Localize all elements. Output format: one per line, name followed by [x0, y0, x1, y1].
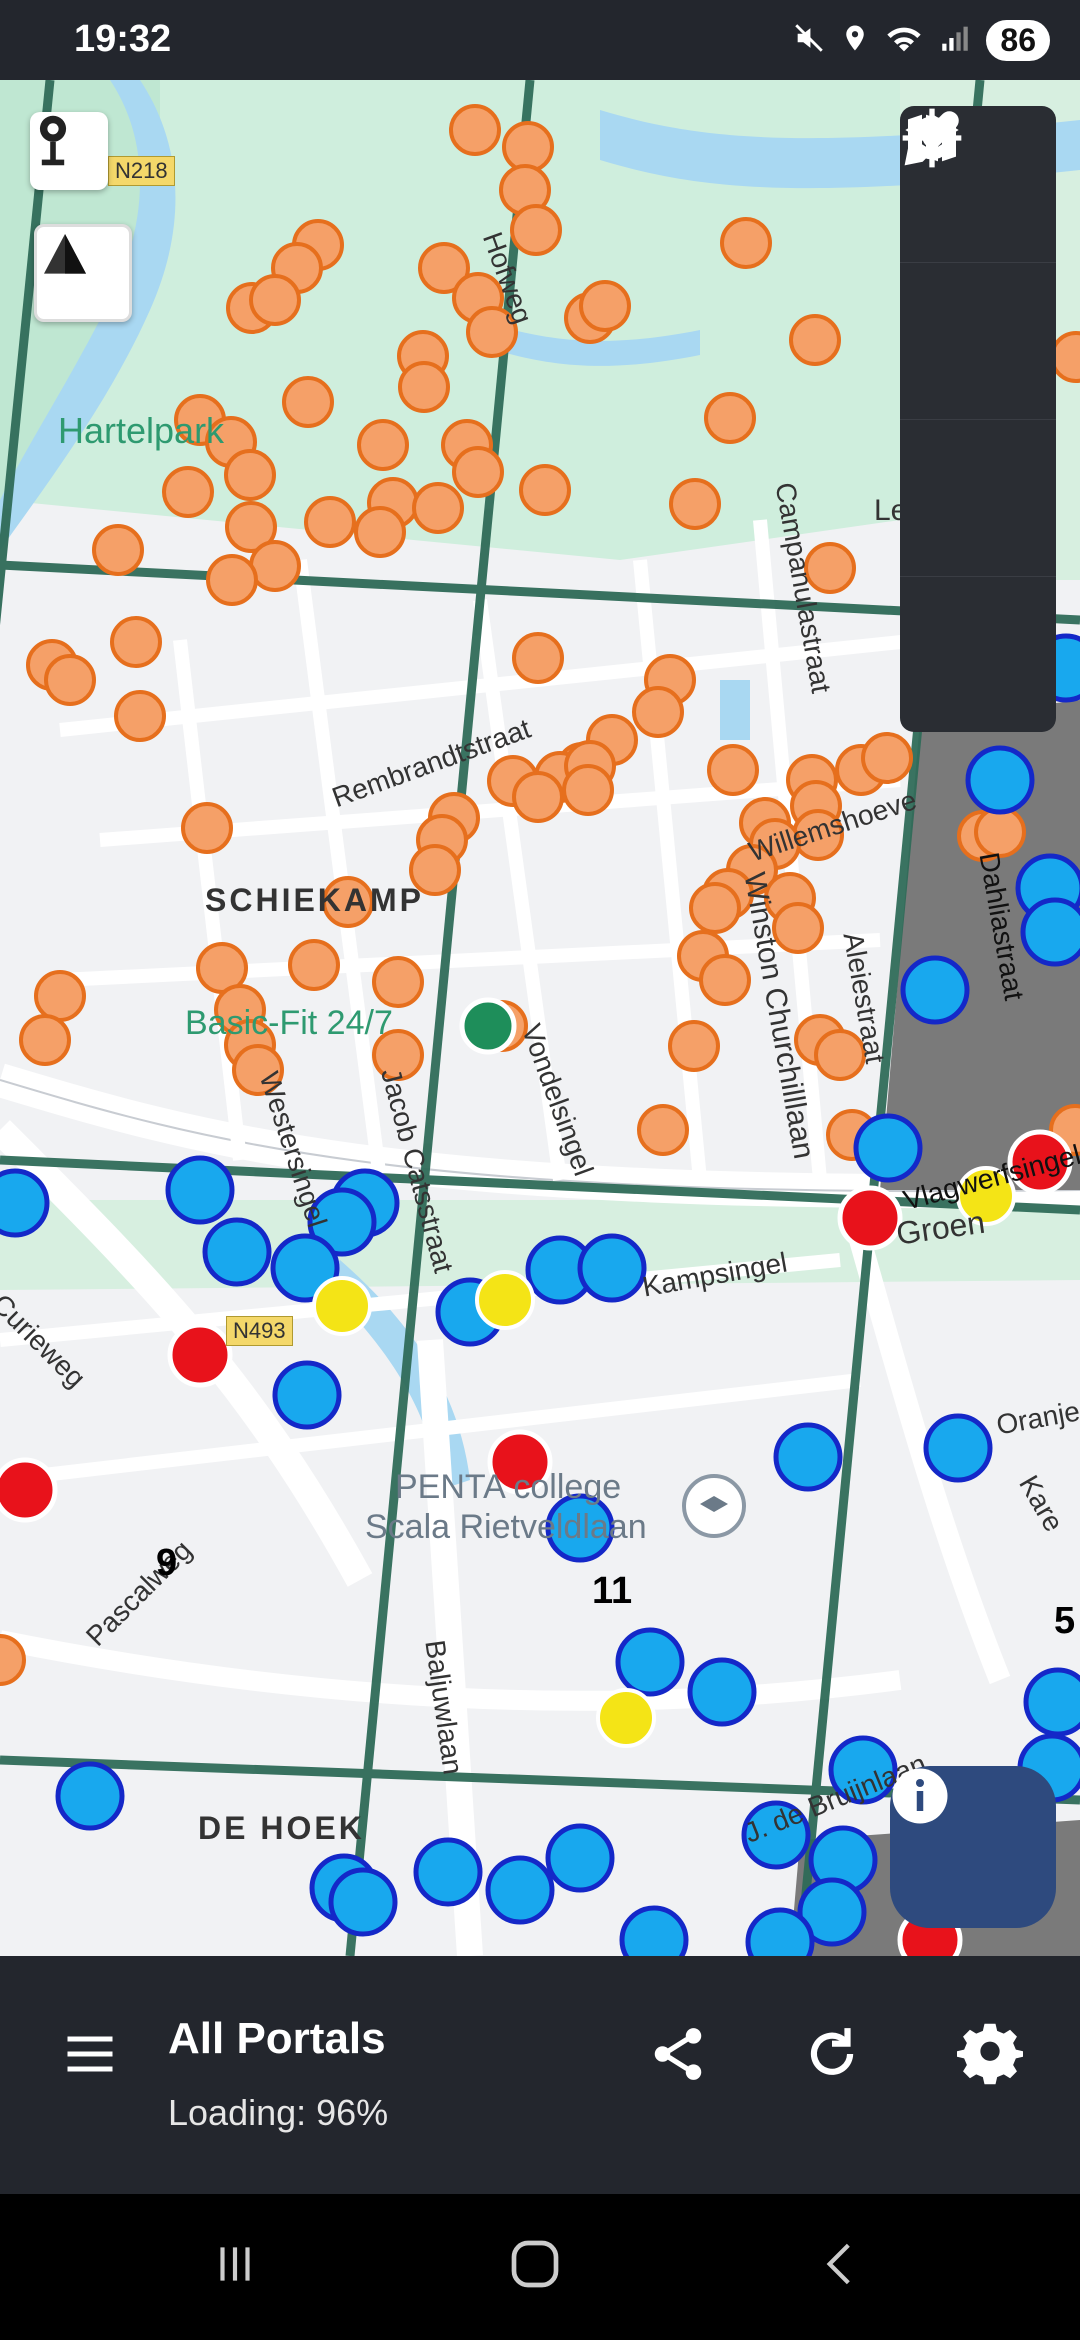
clock: 19:32 — [74, 18, 172, 60]
road-label-n493: N493 — [226, 1316, 293, 1346]
share-button[interactable] — [638, 2016, 718, 2096]
district-label-schiekamp: SCHIEKAMP — [205, 882, 425, 918]
hamburger-menu-icon — [60, 2024, 120, 2089]
poi-label-basicfit: Basic-Fit 24/7 — [185, 1004, 393, 1042]
color-picker-button[interactable] — [900, 111, 1056, 577]
district-label-dehoek: DE HOEK — [198, 1810, 365, 1846]
loading-status: Loading: 96% — [168, 2092, 389, 2133]
back-button[interactable] — [795, 2236, 885, 2296]
cell-label-5: 5 — [1054, 1600, 1076, 1642]
wifi-icon — [884, 21, 924, 60]
battery-indicator: 86 — [986, 19, 1050, 61]
map-controls-panel — [900, 106, 1056, 732]
cell-label-11: 11 — [592, 1570, 633, 1612]
settings-button[interactable] — [950, 2016, 1030, 2096]
cell-label-9: 9 — [156, 1542, 178, 1584]
gym-poi-icon[interactable] — [459, 997, 517, 1055]
my-location-button[interactable] — [900, 108, 1056, 732]
home-icon — [507, 2236, 563, 2297]
poi-label-penta: PENTA college — [395, 1468, 622, 1506]
map-view[interactable]: N218 N493 Hartelpark SCHIEKAMP DE HOEK B… — [0, 80, 1080, 1956]
recents-button[interactable] — [190, 2236, 280, 2296]
status-bar: 19:32 86 — [0, 0, 1080, 80]
home-button[interactable] — [490, 2236, 580, 2296]
location-icon — [840, 21, 870, 60]
poi-label-scala: Scala Rietveldlaan — [365, 1508, 647, 1546]
gear-icon — [957, 2021, 1023, 2092]
compass-button[interactable] — [34, 224, 132, 322]
back-icon — [815, 2239, 865, 2294]
share-icon — [647, 2023, 709, 2090]
system-navigation-bar — [0, 2194, 1080, 2340]
status-icons: 86 — [792, 14, 1050, 66]
refresh-button[interactable] — [792, 2016, 872, 2096]
portal-scanner-button[interactable] — [30, 112, 108, 190]
refresh-icon — [801, 2023, 863, 2090]
info-button[interactable] — [890, 1766, 1056, 1928]
park-label: Hartelpark — [58, 410, 225, 451]
road-label-n218: N218 — [108, 156, 175, 186]
signal-icon — [938, 21, 972, 60]
layer-title: All Portals — [168, 2014, 386, 2063]
menu-button[interactable] — [50, 2016, 130, 2096]
bottom-app-bar: All Portals Loading: 96% — [0, 1956, 1080, 2194]
layers-button[interactable] — [900, 114, 1056, 420]
recents-icon — [210, 2239, 260, 2294]
mute-icon — [792, 21, 826, 60]
